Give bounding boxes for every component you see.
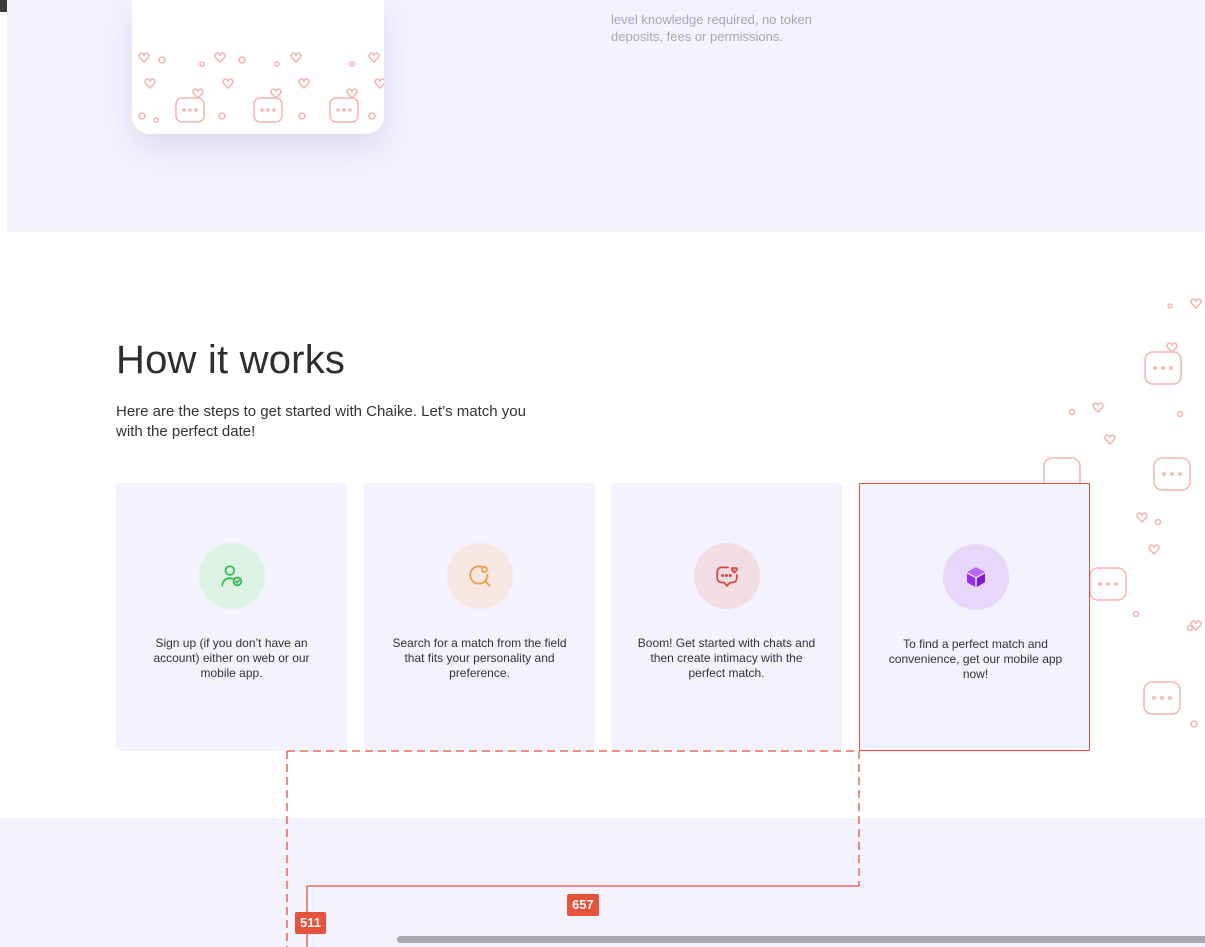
step-card-search: Search for a match from the field that f… [364,483,595,751]
how-it-works-subtitle: Here are the steps to get started with C… [116,403,526,440]
width-measure-badge: 657 [567,894,599,916]
step-icon-circle [694,543,760,609]
search-icon [469,565,491,587]
how-it-works-title: How it works [116,338,346,382]
step-icon-circle [943,544,1009,610]
horizontal-scrollbar[interactable] [397,936,1205,943]
step-card-chat: Boom! Get started with chats and then cr… [611,483,842,751]
height-measure-badge: 511 [295,912,326,934]
step-icon-circle [199,543,265,609]
step-icon-circle [447,543,513,609]
heart-pattern-icon [138,52,384,123]
hero-description: level knowledge required, no token depos… [611,12,812,44]
step-text: Search for a match from the field that f… [392,636,567,680]
chat-heart-icon [716,566,738,587]
phone-mockup [132,0,384,134]
step-text: To find a perfect match and convenience,… [888,637,1063,681]
user-check-icon [221,565,243,587]
step-text: Sign up (if you don’t have an account) e… [153,636,310,680]
step-card-signup: Sign up (if you don’t have an account) e… [116,483,347,751]
step-text: Boom! Get started with chats and then cr… [637,636,816,680]
step-card-mobile-app[interactable]: To find a perfect match and convenience,… [859,483,1090,751]
next-section [0,818,1205,947]
box-icon [967,567,985,587]
hero-section: level knowledge required, no token depos… [7,0,1205,232]
